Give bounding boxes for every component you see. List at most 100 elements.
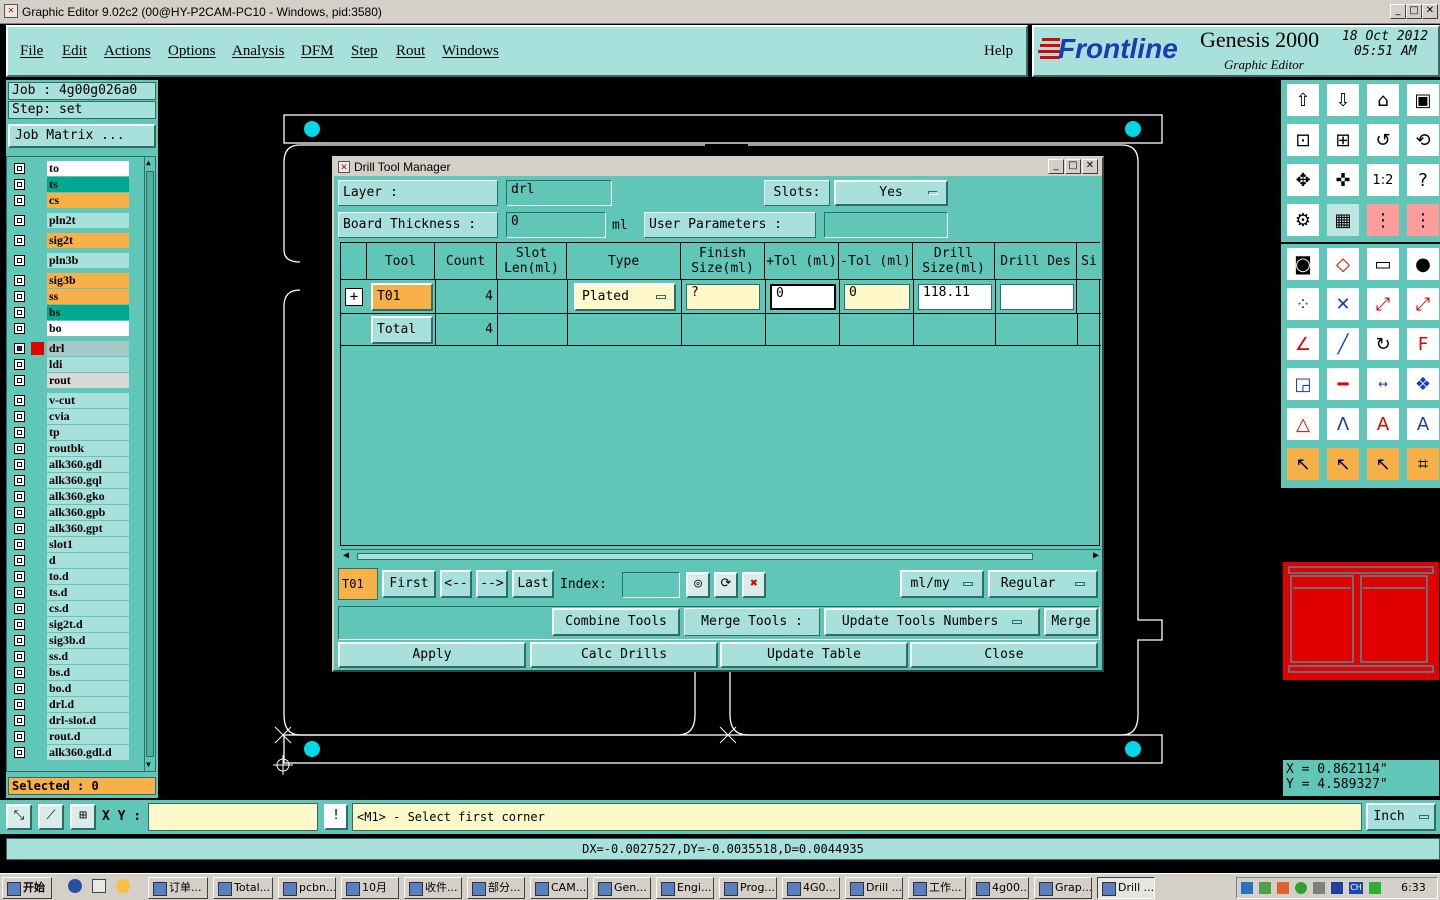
layer-name[interactable]: cs [47, 193, 129, 208]
close-window-button[interactable]: ✕ [1422, 4, 1438, 19]
layer-row[interactable]: sig2t [11, 233, 131, 248]
stretch-icon[interactable]: A [1365, 406, 1401, 442]
tray-settings-icon[interactable] [1313, 882, 1325, 894]
layer-name[interactable]: ss.d [47, 649, 129, 664]
calc-drills-button[interactable]: Calc Drills [530, 642, 718, 668]
close-button[interactable]: Close [910, 642, 1098, 668]
overview-map[interactable] [1283, 562, 1439, 680]
layer-name[interactable]: drl.d [47, 697, 129, 712]
line-node-icon[interactable]: ⤢ [1365, 286, 1401, 322]
undo-view-icon[interactable]: ↺ [1365, 122, 1401, 158]
layer-row[interactable]: ts.d [11, 585, 131, 600]
triangle-icon[interactable]: △ [1285, 406, 1321, 442]
layer-row[interactable]: routbk [11, 441, 131, 456]
layer-name[interactable]: drl-slot.d [47, 713, 129, 728]
layer-name[interactable]: tp [47, 425, 129, 440]
layer-row[interactable]: bs.d [11, 665, 131, 680]
combine-tools-button[interactable]: Combine Tools [552, 608, 680, 636]
menu-actions[interactable]: Actions [104, 43, 151, 60]
select-poly-icon[interactable]: ↖ [1365, 446, 1401, 482]
taskbar-item-7[interactable]: CAM... [530, 877, 588, 899]
select-net-icon[interactable]: ⌗ [1405, 446, 1440, 482]
layer-name[interactable]: ldi [47, 357, 129, 372]
layer-list-scrollbar[interactable]: ▲ ▼ [144, 156, 156, 772]
layer-checkbox[interactable] [14, 215, 25, 226]
grid-icon[interactable]: ▦ [1325, 202, 1361, 238]
layer-checkbox[interactable] [14, 291, 25, 302]
layer-row[interactable]: slot1 [11, 537, 131, 552]
finish-size-input[interactable]: ? [686, 284, 760, 310]
index-input[interactable] [622, 572, 680, 598]
layer-checkbox[interactable] [14, 683, 25, 694]
layer-row[interactable]: alk360.gdl.d [11, 745, 131, 760]
layer-row[interactable]: sig2t.d [11, 617, 131, 632]
taskbar-item-16[interactable]: Drill ... [1097, 877, 1155, 899]
layer-checkbox[interactable] [14, 571, 25, 582]
plus-tol-input[interactable]: 0 [770, 284, 836, 310]
layer-name[interactable]: v-cut [47, 393, 129, 408]
layer-checkbox[interactable] [14, 731, 25, 742]
layer-row[interactable]: to.d [11, 569, 131, 584]
home-icon[interactable]: ⌂ [1365, 82, 1401, 118]
update-table-button[interactable]: Update Table [720, 642, 908, 668]
layer-row[interactable]: alk360.gpb [11, 505, 131, 520]
layer-row[interactable]: d [11, 553, 131, 568]
peak-icon[interactable]: Λ [1325, 406, 1361, 442]
xy-input[interactable] [148, 803, 318, 831]
delete-icon[interactable]: ✖ [742, 572, 766, 598]
layer-name[interactable]: cs.d [47, 601, 129, 616]
layer-checkbox[interactable] [14, 491, 25, 502]
open-icon[interactable]: ⇧ [1285, 82, 1321, 118]
layer-row[interactable]: drl.d [11, 697, 131, 712]
text-icon[interactable]: F [1405, 326, 1440, 362]
layer-row[interactable]: rout [11, 373, 131, 388]
layer-input[interactable]: drl [506, 180, 612, 206]
fit-icon[interactable]: ✥ [1285, 162, 1321, 198]
menu-file[interactable]: File [20, 43, 43, 60]
layer-name[interactable]: pln3b [47, 253, 129, 268]
layer-checkbox[interactable] [14, 715, 25, 726]
grid-toggle-icon[interactable]: ⊞ [70, 804, 96, 830]
info-icon[interactable]: ! [324, 804, 348, 830]
menu-step[interactable]: Step [351, 43, 378, 60]
user-parameters-input[interactable] [824, 212, 948, 238]
layer-row[interactable]: ldi [11, 357, 131, 372]
mode-select[interactable]: Regular [988, 570, 1098, 598]
taskbar-item-12[interactable]: Drill ... [845, 877, 903, 899]
dot-icon[interactable]: ● [1405, 246, 1440, 282]
arc-icon[interactable]: ↻ [1365, 326, 1401, 362]
layer-row[interactable]: ts [11, 177, 131, 192]
taskbar-item-11[interactable]: 4G0... [782, 877, 840, 899]
layer-name[interactable]: sig2t.d [47, 617, 129, 632]
layer-checkbox[interactable] [14, 255, 25, 266]
save-icon[interactable]: ⇩ [1325, 82, 1361, 118]
last-button[interactable]: Last [512, 570, 554, 598]
layer-name[interactable]: ss [47, 289, 129, 304]
tray-volume-icon[interactable] [1331, 882, 1343, 894]
layer-row[interactable]: bo.d [11, 681, 131, 696]
table-row[interactable]: + T01 4 Plated ? 0 0 118.11 [341, 280, 1101, 314]
cross-icon[interactable]: ✕ [1325, 286, 1361, 322]
layer-row[interactable]: cvia [11, 409, 131, 424]
tool-cell[interactable]: T01 [371, 283, 433, 311]
layer-row[interactable]: drl [11, 341, 131, 356]
ie-icon[interactable] [68, 879, 82, 893]
pad-edit-icon[interactable]: ◇ [1325, 246, 1361, 282]
layer-row[interactable]: pln3b [11, 253, 131, 268]
layer-checkbox[interactable] [14, 699, 25, 710]
layer-checkbox[interactable] [14, 475, 25, 486]
layer-name[interactable]: d [47, 553, 129, 568]
layer-name[interactable]: sig2t [47, 233, 129, 248]
taskbar-item-15[interactable]: Grap... [1034, 877, 1092, 899]
pad-icon[interactable]: ◙ [1285, 246, 1321, 282]
desktop-icon[interactable] [92, 879, 106, 893]
layer-checkbox[interactable] [14, 635, 25, 646]
layer-checkbox[interactable] [14, 555, 25, 566]
taskbar-item-2[interactable]: Total... [213, 877, 273, 899]
layer-row[interactable]: to [11, 161, 131, 176]
layer-checkbox[interactable] [14, 179, 25, 190]
layer-row[interactable]: cs [11, 193, 131, 208]
board-thickness-input[interactable]: 0 [506, 212, 606, 238]
scroll-right-icon[interactable]: ▶ [1093, 550, 1099, 561]
taskbar-item-13[interactable]: 工作... [908, 877, 966, 899]
